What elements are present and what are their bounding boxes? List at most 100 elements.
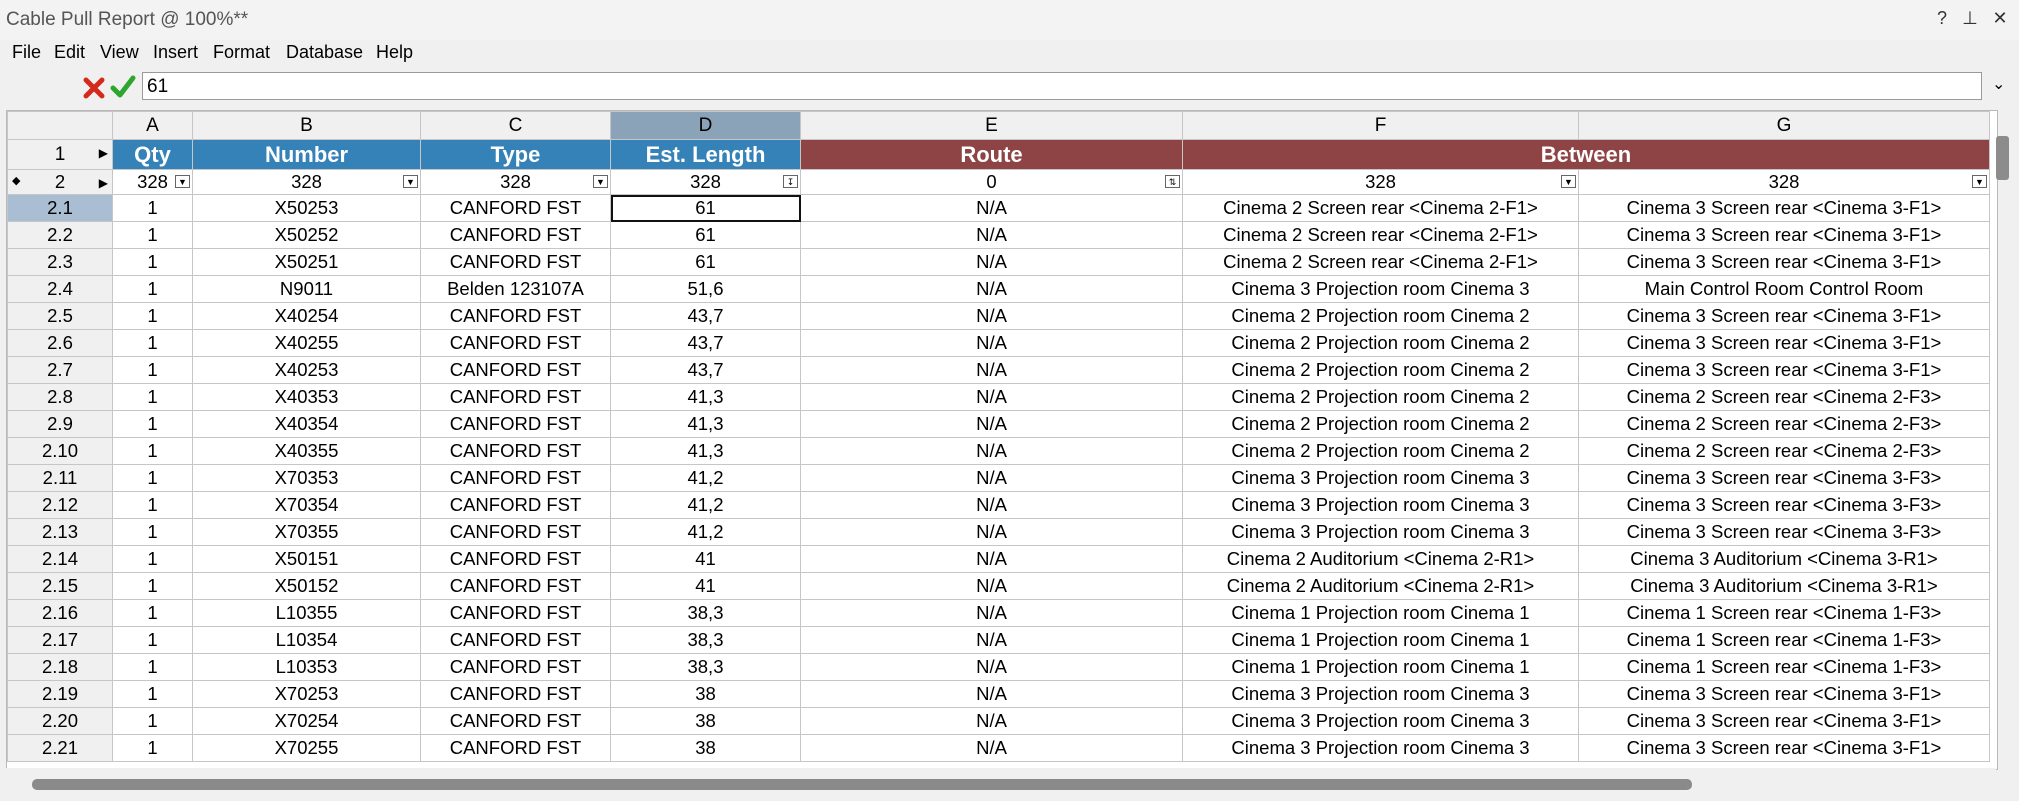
- red-x-icon[interactable]: [82, 76, 106, 100]
- row-header[interactable]: 2.4: [7, 275, 113, 303]
- row-header[interactable]: 2.13: [7, 518, 113, 546]
- row-header[interactable]: 2.14: [7, 545, 113, 573]
- sort-descending-icon[interactable]: ↧: [783, 175, 798, 188]
- cell-number[interactable]: L10355: [192, 599, 421, 627]
- cell-type[interactable]: CANFORD FST: [420, 680, 611, 708]
- vertical-scrollbar-thumb[interactable]: [1996, 136, 2009, 180]
- cell-est-length[interactable]: 38: [610, 734, 801, 762]
- cell-between-to[interactable]: Cinema 3 Auditorium <Cinema 3-R1>: [1578, 545, 1990, 573]
- row-header[interactable]: 2.5: [7, 302, 113, 330]
- cell-qty[interactable]: 1: [112, 329, 193, 357]
- cell-between-to[interactable]: Cinema 1 Screen rear <Cinema 1-F3>: [1578, 653, 1990, 681]
- filter-dropdown-icon[interactable]: ▼: [593, 175, 608, 188]
- cell-between-to[interactable]: Main Control Room Control Room: [1578, 275, 1990, 303]
- cell-between-to[interactable]: Cinema 2 Screen rear <Cinema 2-F3>: [1578, 437, 1990, 465]
- cell-qty[interactable]: 1: [112, 356, 193, 384]
- cell-type[interactable]: CANFORD FST: [420, 383, 611, 411]
- cell-type[interactable]: CANFORD FST: [420, 518, 611, 546]
- cell-type[interactable]: CANFORD FST: [420, 491, 611, 519]
- cell-type[interactable]: CANFORD FST: [420, 599, 611, 627]
- col-header-g[interactable]: G: [1578, 111, 1990, 140]
- cell-between-from[interactable]: Cinema 2 Auditorium <Cinema 2-R1>: [1182, 572, 1579, 600]
- cell-between-to[interactable]: Cinema 3 Screen rear <Cinema 3-F1>: [1578, 221, 1990, 249]
- cell-number[interactable]: X70253: [192, 680, 421, 708]
- header-between[interactable]: Between: [1182, 139, 1990, 170]
- header-number[interactable]: Number: [192, 139, 421, 170]
- cell-qty[interactable]: 1: [112, 680, 193, 708]
- cell-number[interactable]: X70254: [192, 707, 421, 735]
- menu-database[interactable]: Database: [286, 42, 363, 63]
- cell-between-from[interactable]: Cinema 3 Projection room Cinema 3: [1182, 680, 1579, 708]
- cell-between-to[interactable]: Cinema 3 Screen rear <Cinema 3-F1>: [1578, 302, 1990, 330]
- horizontal-scrollbar-thumb[interactable]: [32, 779, 1692, 790]
- cell-type[interactable]: CANFORD FST: [420, 410, 611, 438]
- filter-cell-c[interactable]: 328 ▼: [420, 169, 611, 195]
- cell-route[interactable]: N/A: [800, 302, 1183, 330]
- cell-between-to[interactable]: Cinema 3 Screen rear <Cinema 3-F1>: [1578, 680, 1990, 708]
- cell-between-from[interactable]: Cinema 2 Auditorium <Cinema 2-R1>: [1182, 545, 1579, 573]
- cell-route[interactable]: N/A: [800, 734, 1183, 762]
- cell-type[interactable]: CANFORD FST: [420, 221, 611, 249]
- close-icon[interactable]: ✕: [1988, 8, 2012, 29]
- cell-type[interactable]: CANFORD FST: [420, 653, 611, 681]
- cell-route[interactable]: N/A: [800, 383, 1183, 411]
- row-header-1[interactable]: 1 ▶: [7, 139, 113, 170]
- cell-between-from[interactable]: Cinema 3 Projection room Cinema 3: [1182, 707, 1579, 735]
- cell-between-from[interactable]: Cinema 2 Screen rear <Cinema 2-F1>: [1182, 248, 1579, 276]
- cell-type[interactable]: Belden 123107A: [420, 275, 611, 303]
- green-check-icon[interactable]: [110, 74, 136, 100]
- cell-between-from[interactable]: Cinema 2 Projection room Cinema 2: [1182, 302, 1579, 330]
- cell-est-length[interactable]: 41: [610, 545, 801, 573]
- cell-between-to[interactable]: Cinema 3 Screen rear <Cinema 3-F3>: [1578, 491, 1990, 519]
- horizontal-scrollbar[interactable]: [6, 768, 1996, 796]
- row-header[interactable]: 2.21: [7, 734, 113, 762]
- cell-qty[interactable]: 1: [112, 464, 193, 492]
- cell-est-length[interactable]: 41,3: [610, 383, 801, 411]
- cell-between-from[interactable]: Cinema 3 Projection room Cinema 3: [1182, 491, 1579, 519]
- cell-est-length[interactable]: 41,3: [610, 410, 801, 438]
- row-header[interactable]: 2.9: [7, 410, 113, 438]
- cell-est-length[interactable]: 38,3: [610, 626, 801, 654]
- cell-route[interactable]: N/A: [800, 491, 1183, 519]
- cell-between-to[interactable]: Cinema 2 Screen rear <Cinema 2-F3>: [1578, 383, 1990, 411]
- cell-route[interactable]: N/A: [800, 248, 1183, 276]
- row-header[interactable]: 2.6: [7, 329, 113, 357]
- cell-between-to[interactable]: Cinema 3 Screen rear <Cinema 3-F1>: [1578, 329, 1990, 357]
- cell-between-to[interactable]: Cinema 3 Screen rear <Cinema 3-F1>: [1578, 194, 1990, 222]
- cell-qty[interactable]: 1: [112, 734, 193, 762]
- cell-number[interactable]: X40255: [192, 329, 421, 357]
- row-header[interactable]: 2.19: [7, 680, 113, 708]
- filter-dropdown-icon[interactable]: ▼: [403, 175, 418, 188]
- cell-number[interactable]: X70354: [192, 491, 421, 519]
- header-type[interactable]: Type: [420, 139, 611, 170]
- cell-number[interactable]: X50253: [192, 194, 421, 222]
- cell-qty[interactable]: 1: [112, 518, 193, 546]
- cell-route[interactable]: N/A: [800, 356, 1183, 384]
- col-header-a[interactable]: A: [112, 111, 193, 140]
- cell-qty[interactable]: 1: [112, 545, 193, 573]
- cell-between-from[interactable]: Cinema 2 Projection room Cinema 2: [1182, 356, 1579, 384]
- cell-est-length[interactable]: 43,7: [610, 329, 801, 357]
- cell-est-length[interactable]: 41,3: [610, 437, 801, 465]
- menu-format[interactable]: Format: [213, 42, 270, 63]
- row-header[interactable]: 2.10: [7, 437, 113, 465]
- header-route[interactable]: Route: [800, 139, 1183, 170]
- cell-number[interactable]: X70255: [192, 734, 421, 762]
- cell-between-from[interactable]: Cinema 1 Projection room Cinema 1: [1182, 599, 1579, 627]
- cell-type[interactable]: CANFORD FST: [420, 707, 611, 735]
- cell-type[interactable]: CANFORD FST: [420, 545, 611, 573]
- row-header[interactable]: 2.17: [7, 626, 113, 654]
- menu-file[interactable]: File: [12, 42, 41, 63]
- cell-number[interactable]: X70355: [192, 518, 421, 546]
- cell-between-from[interactable]: Cinema 3 Projection room Cinema 3: [1182, 275, 1579, 303]
- cell-qty[interactable]: 1: [112, 437, 193, 465]
- row-header[interactable]: 2.8: [7, 383, 113, 411]
- cell-type[interactable]: CANFORD FST: [420, 329, 611, 357]
- cell-est-length[interactable]: 43,7: [610, 302, 801, 330]
- filter-cell-f[interactable]: 328 ▼: [1182, 169, 1579, 195]
- col-header-c[interactable]: C: [420, 111, 611, 140]
- cell-est-length[interactable]: 41,2: [610, 518, 801, 546]
- cell-route[interactable]: N/A: [800, 707, 1183, 735]
- col-header-b[interactable]: B: [192, 111, 421, 140]
- cell-qty[interactable]: 1: [112, 302, 193, 330]
